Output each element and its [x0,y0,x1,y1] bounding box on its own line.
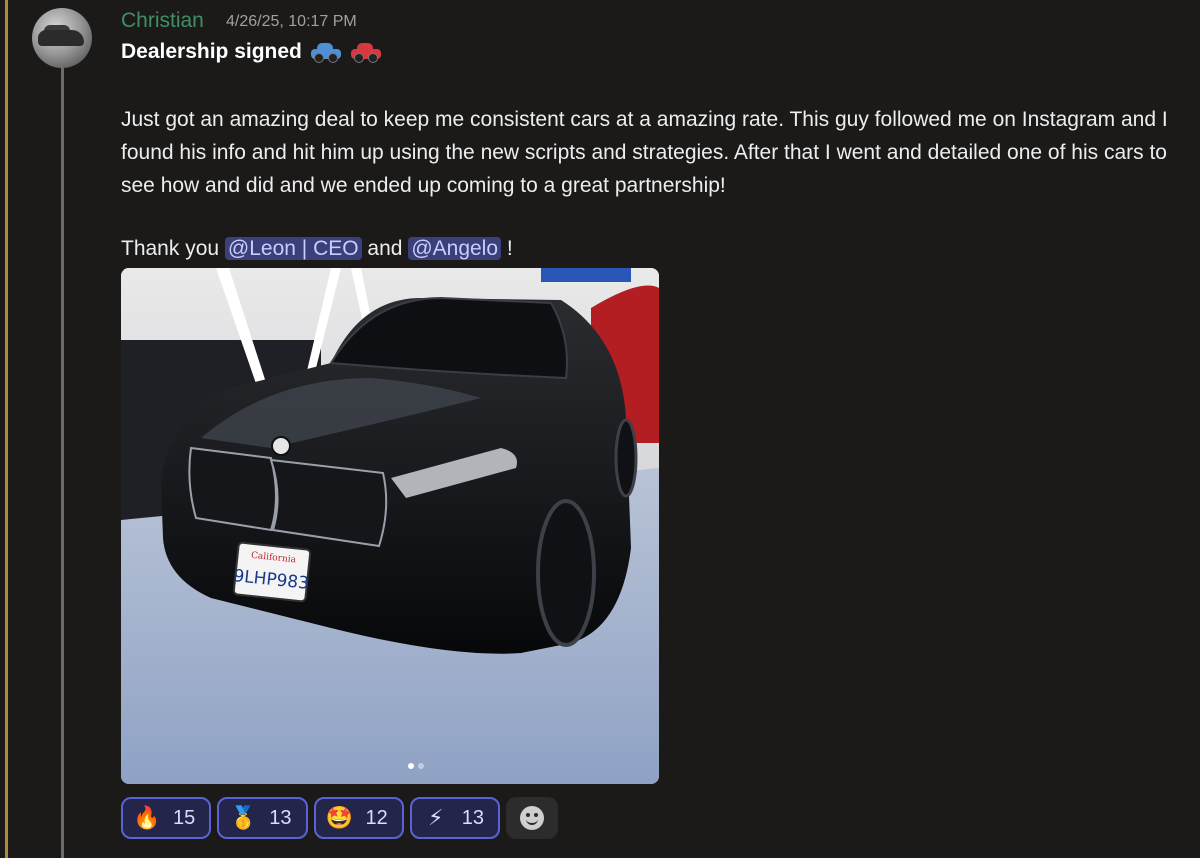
reaction-count: 15 [173,806,196,829]
license-plate: California 9LHP983 [232,541,312,603]
thanks-prefix: Thank you [121,237,220,260]
post-title-text: Dealership signed [121,40,302,63]
post-title: Dealership signed [121,40,382,64]
fire-icon: 🔥 [133,805,161,830]
car-photo[interactable]: California 9LHP983 [121,268,659,784]
thanks-line: Thank you @Leon | CEO and @Angelo ! [121,232,513,265]
message-text: Just got an amazing deal to keep me cons… [121,108,1168,197]
red-car-icon [350,41,382,63]
mention-leon[interactable]: @Leon | CEO [224,237,362,260]
timestamp: 4/26/25, 10:17 PM [226,13,357,30]
blue-car-icon [310,41,342,63]
smile-icon [520,806,544,830]
reaction-count: 12 [365,806,388,829]
reaction-medal[interactable]: 🥇 13 [217,797,308,839]
reaction-star-struck[interactable]: 🤩 12 [313,797,404,839]
reaction-lightning[interactable]: ⚡ 13 [409,797,500,839]
thanks-and: and [367,237,403,260]
thanks-suffix: ! [506,237,513,260]
star-struck-icon: 🤩 [325,805,354,830]
reaction-fire[interactable]: 🔥 15 [121,797,212,839]
author-name[interactable]: Christian [121,9,204,33]
reactions-bar: 🔥 15 🥇 13 🤩 12 ⚡ 13 [121,797,558,839]
reaction-count: 13 [269,806,292,829]
avatar[interactable] [32,8,92,68]
medal-icon: 🥇 [229,805,257,830]
message-body: Just got an amazing deal to keep me cons… [121,103,1181,202]
carousel-dot-active[interactable] [408,763,414,769]
reaction-count: 13 [461,806,484,829]
carousel-dot[interactable] [418,763,424,769]
left-edge-line [5,0,8,858]
lightning-icon: ⚡ [428,805,444,830]
add-reaction-button[interactable] [506,797,558,839]
thread-line [61,62,64,858]
mention-angelo[interactable]: @Angelo [408,237,502,260]
